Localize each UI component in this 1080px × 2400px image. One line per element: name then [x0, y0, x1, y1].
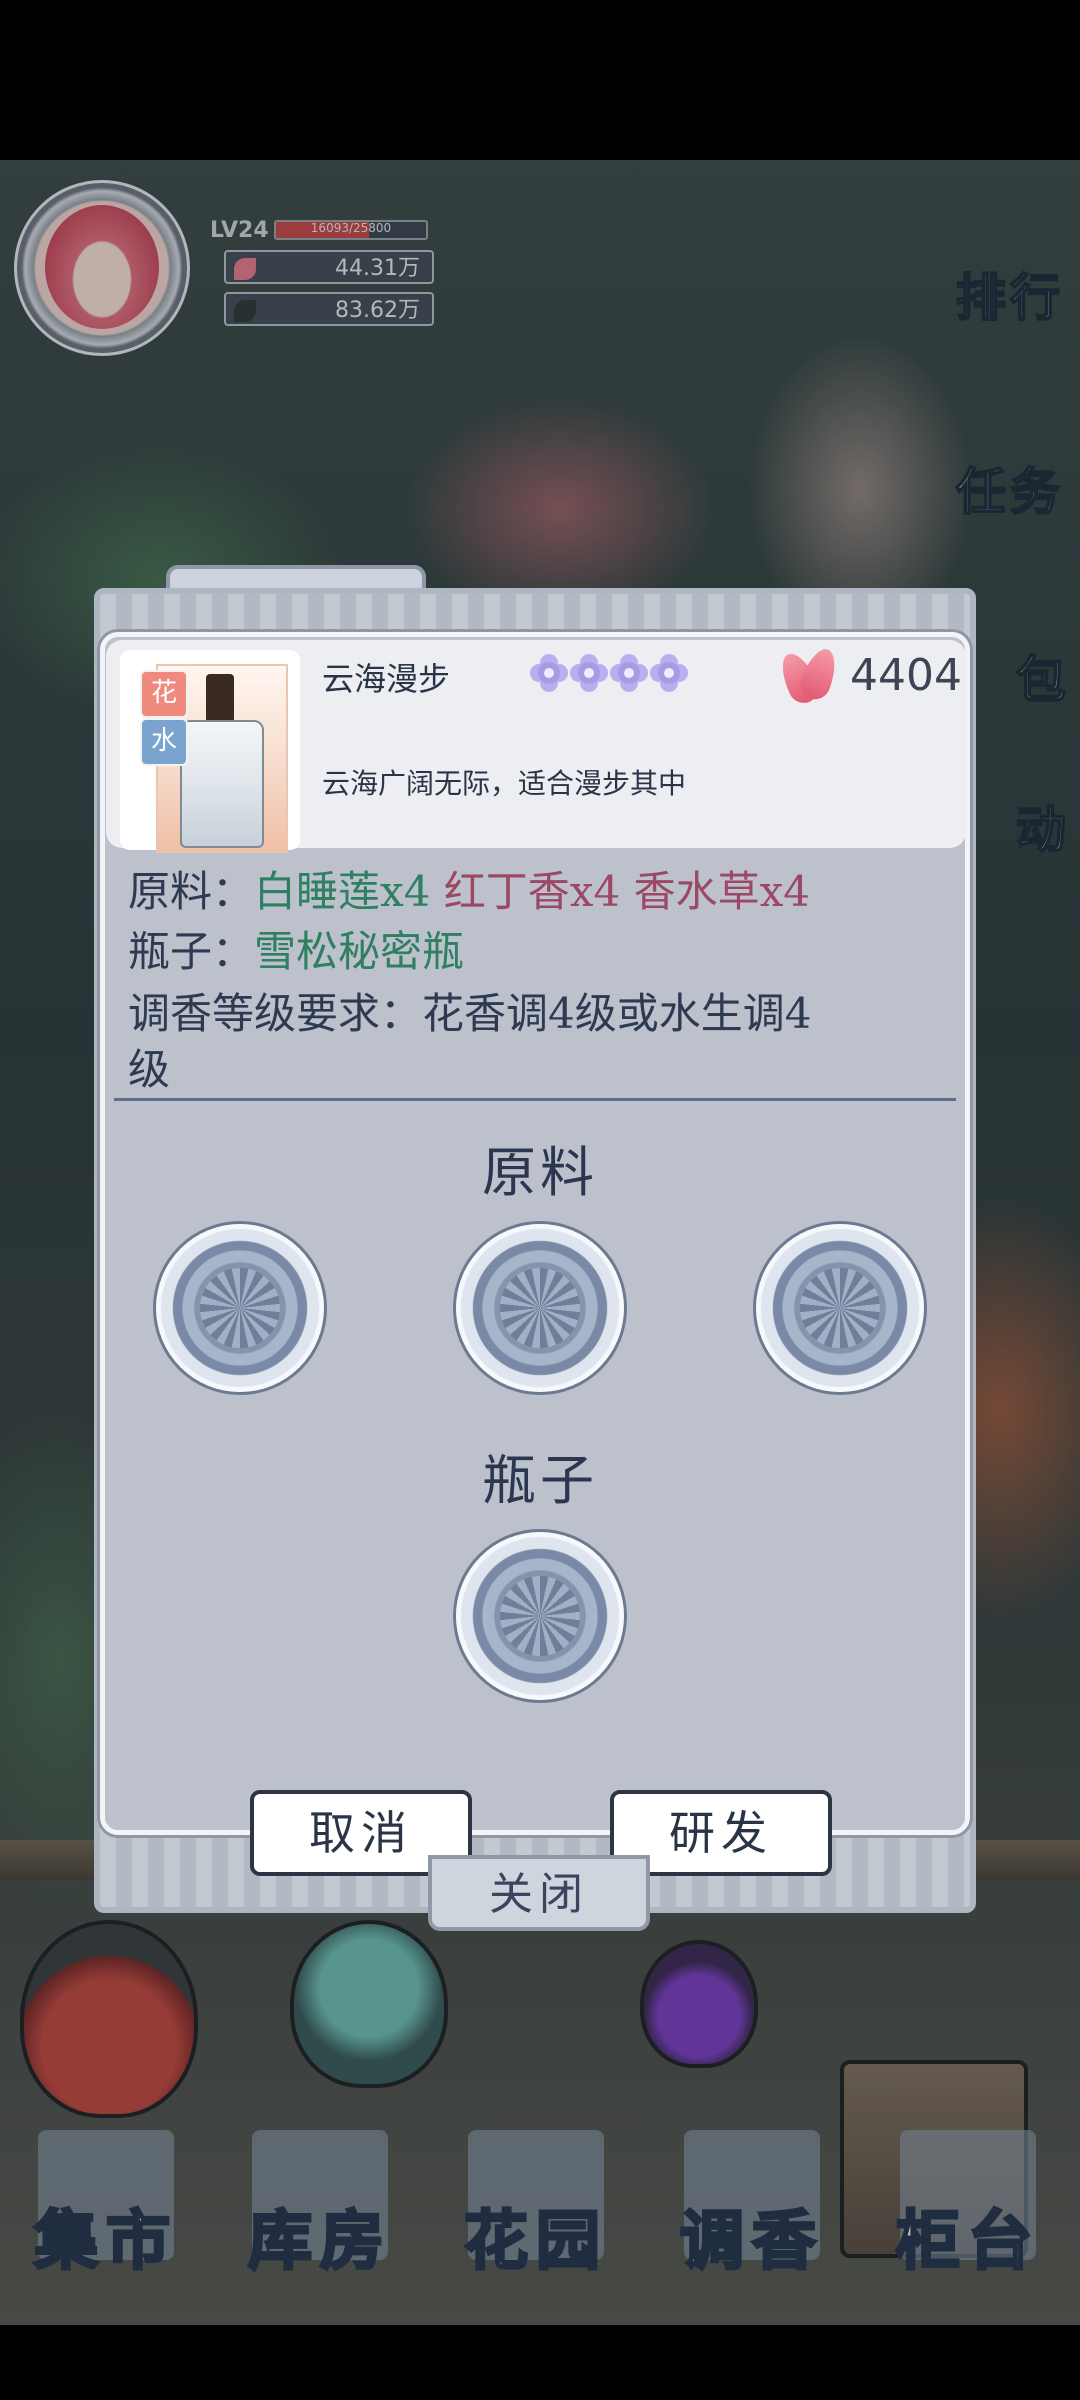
close-button[interactable]: 关闭 [428, 1855, 650, 1931]
material-item: 香水草x4 [633, 867, 810, 916]
star-flower-icon [530, 654, 568, 692]
materials-prefix: 原料： [128, 867, 255, 916]
rarity-stars [530, 654, 690, 698]
game-screen: LV24 16093/25800 44.31万 83.62万 排行 任务 包 动… [0, 0, 1080, 2400]
requirement-line-cont: 级 [128, 1045, 171, 1094]
bottle-slot[interactable] [456, 1532, 624, 1700]
star-flower-icon [570, 654, 608, 692]
requirement-line: 调香等级要求：花香调4级或水生调4 [128, 989, 812, 1038]
star-flower-icon [610, 654, 648, 692]
star-flower-icon [650, 654, 688, 692]
material-item: 白睡莲x4 [254, 867, 431, 916]
bottle-name: 雪松秘密瓶 [254, 927, 465, 976]
recipe-score: 4404 [850, 650, 962, 701]
bottle-prefix: 瓶子： [128, 927, 255, 976]
perfume-thumbnail: 花 水 [120, 650, 300, 853]
perfume-bottle-icon [180, 720, 264, 848]
bottle-cap [206, 674, 234, 720]
petal-icon [774, 644, 842, 708]
bottle-line: 瓶子：雪松秘密瓶 [128, 918, 464, 979]
flower-tag: 花 [140, 670, 188, 718]
materials-line: 原料：白睡莲x4 红丁香x4 香水草x4 [128, 858, 810, 919]
water-tag: 水 [140, 718, 188, 766]
recipe-name: 云海漫步 [322, 660, 451, 698]
material-slot-3[interactable] [756, 1224, 924, 1392]
materials-section-title: 原料 [482, 1141, 598, 1204]
bottle-section-title: 瓶子 [482, 1449, 598, 1512]
material-item: 红丁香x4 [443, 867, 621, 916]
material-slot-1[interactable] [156, 1224, 324, 1392]
divider [114, 1098, 956, 1101]
material-slot-2[interactable] [456, 1224, 624, 1392]
recipe-description: 云海广阔无际，适合漫步其中 [322, 767, 687, 800]
